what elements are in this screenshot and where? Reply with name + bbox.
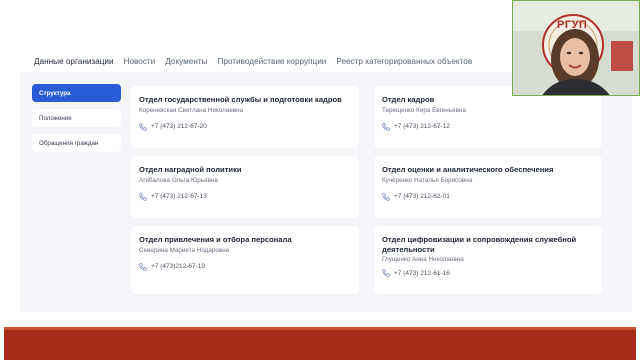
- presenter-video: [513, 1, 639, 95]
- phone-number: +7 (473) 212-62-01: [394, 193, 450, 200]
- department-title: Отдел привлечения и отбора персонала: [139, 235, 292, 244]
- department-head: Терещенко Кира Евгеньевна: [382, 106, 466, 114]
- tab-organization-data[interactable]: Данные организации: [34, 57, 114, 73]
- webcam-overlay: РГУП: [512, 0, 640, 96]
- department-head: Кучеренко Наталья Борисовна: [382, 176, 473, 184]
- phone-icon: [139, 122, 147, 131]
- phone-number: +7 (473) 212-67-13: [151, 193, 207, 200]
- department-phone[interactable]: +7 (473) 212-67-12: [382, 122, 594, 131]
- phone-number: +7 (473) 212-67-12: [394, 123, 450, 130]
- department-phone[interactable]: +7 (473) 212-61-16: [382, 269, 594, 277]
- phone-icon: [382, 192, 390, 201]
- phone-icon: [139, 262, 147, 271]
- tab-news[interactable]: Новости: [124, 57, 156, 73]
- tab-bar: Данные организации Новости Документы Про…: [34, 57, 472, 73]
- webcam-logo-text: РГУП: [557, 19, 588, 31]
- department-head: Кореневская Светлана Николаевна: [139, 106, 244, 114]
- sidebar-item-structure[interactable]: Структура: [32, 84, 121, 102]
- department-head: Глущенко Анна Николаевна: [382, 256, 464, 263]
- department-phone[interactable]: +7 (473) 212-67-13: [139, 192, 351, 201]
- department-phone[interactable]: +7 (473) 212-62-01: [382, 192, 594, 201]
- phone-icon: [139, 192, 147, 201]
- phone-icon: [382, 122, 390, 131]
- footer-banner: [4, 327, 636, 360]
- phone-number: +7 (473)212-67-19: [151, 263, 206, 270]
- sidebar: Структура Положение Обращения граждан: [32, 84, 121, 159]
- department-card[interactable]: Отдел привлечения и отбора персонала Сев…: [131, 226, 359, 294]
- department-phone[interactable]: +7 (473) 212-67-20: [139, 122, 351, 131]
- department-title: Отдел кадров: [382, 95, 435, 104]
- department-card[interactable]: Отдел оценки и аналитического обеспечени…: [374, 156, 602, 218]
- sidebar-item-regulation[interactable]: Положение: [32, 109, 121, 127]
- tab-documents[interactable]: Документы: [165, 57, 207, 73]
- phone-number: +7 (473) 212-61-16: [394, 269, 450, 277]
- phone-number: +7 (473) 212-67-20: [151, 123, 207, 130]
- phone-icon: [382, 269, 390, 277]
- department-head: Северина Мариета Нодаровна: [139, 246, 230, 254]
- department-title: Отдел цифровизации и сопровождения служе…: [382, 235, 577, 254]
- department-title: Отдел оценки и аналитического обеспечени…: [382, 165, 554, 174]
- tab-categorized-objects-registry[interactable]: Реестр категорированных объектов: [336, 57, 472, 73]
- department-phone[interactable]: +7 (473)212-67-19: [139, 262, 351, 271]
- tab-anti-corruption[interactable]: Противодействие коррупции: [217, 57, 326, 73]
- department-title: Отдел государственной службы и подготовк…: [139, 95, 342, 104]
- department-title: Отдел наградной политики: [139, 165, 242, 174]
- department-card[interactable]: Отдел цифровизации и сопровождения служе…: [374, 226, 602, 294]
- sidebar-item-citizen-appeals[interactable]: Обращения граждан: [32, 134, 121, 152]
- department-card[interactable]: Отдел государственной службы и подготовк…: [131, 86, 359, 148]
- department-card[interactable]: Отдел наградной политики Агибалова Ольга…: [131, 156, 359, 218]
- department-head: Агибалова Ольга Юрьевна: [139, 176, 218, 184]
